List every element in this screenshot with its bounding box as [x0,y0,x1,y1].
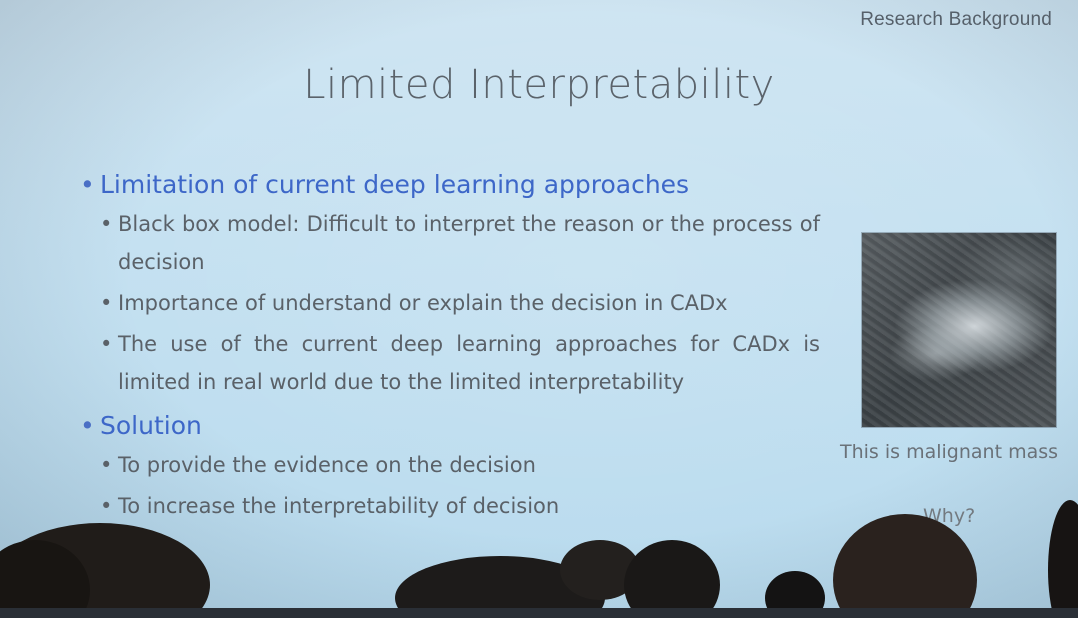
sub-bullet-list: To provide the evidence on the decision … [80,446,820,525]
slide-title: Limited Interpretability [303,62,775,108]
bullet-group-limitation: Limitation of current deep learning appr… [80,170,820,401]
section-label: Research Background [860,9,1052,30]
sub-bullet-limited-use: The use of the current deep learning app… [100,325,820,401]
sub-bullet-list: Black box model: Difficult to interpret … [80,205,820,401]
screen-bottom-edge [0,608,1078,618]
photo-scene: Research Background Limited Interpretabi… [0,0,1078,618]
bullet-limitation: Limitation of current deep learning appr… [80,170,820,199]
bullet-list: Limitation of current deep learning appr… [80,170,820,535]
sub-bullet-black-box: Black box model: Difficult to interpret … [100,205,820,281]
bullet-group-solution: Solution To provide the evidence on the … [80,411,820,525]
question-text: Why? [923,505,976,527]
mammogram-image [862,233,1056,427]
sub-bullet-importance: Importance of understand or explain the … [100,284,820,322]
projected-slide: Research Background Limited Interpretabi… [0,0,1078,612]
bullet-solution: Solution [80,411,820,440]
sub-bullet-increase-interpretability: To increase the interpretability of deci… [100,487,820,525]
image-caption: This is malignant mass [840,441,1059,463]
sub-bullet-evidence: To provide the evidence on the decision [100,446,820,484]
